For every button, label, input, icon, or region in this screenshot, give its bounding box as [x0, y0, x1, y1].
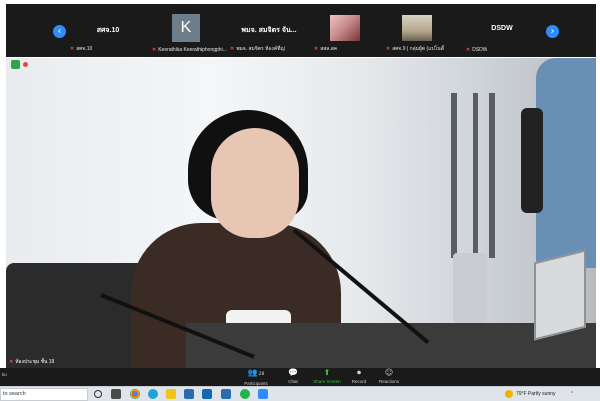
reactions-icon: ☺ — [384, 368, 394, 377]
muted-mic-icon: ✕ — [466, 47, 471, 53]
share-screen-button[interactable]: ⬆ Share Screen — [310, 368, 344, 386]
zoom-icon[interactable] — [258, 389, 268, 399]
search-placeholder: to search — [3, 391, 26, 397]
participant-name: พมจ. สมจิตร จัน... — [241, 27, 297, 34]
task-view-icon[interactable] — [111, 389, 121, 399]
water-bottle — [453, 253, 487, 323]
participant-tile[interactable]: K ✕ Keerathika Keerathiphongphi... — [150, 9, 227, 53]
participant-count: 28 — [258, 372, 265, 377]
recording-dot-icon — [23, 62, 28, 67]
participant-caption: ✕ สสล.สค — [314, 46, 338, 52]
zoom-window: ‹ สศจ.10 ✕ สศจ.10 K ✕ Keerathika Keerathip… — [0, 0, 600, 401]
line-icon[interactable] — [240, 389, 250, 399]
weather-text[interactable]: 79°F Partly sunny — [516, 389, 556, 399]
chat-label: Chat — [288, 379, 298, 384]
participant-tile[interactable]: ✕ สศจ.9 | กลุ่มผู้ต (แปโนตั้ — [384, 9, 462, 53]
weather-icon — [505, 390, 513, 398]
participant-tile[interactable]: DSDW ✕ DSDW — [464, 9, 540, 53]
participant-video — [402, 15, 432, 41]
chat-button[interactable]: 💬 Chat — [278, 368, 308, 386]
participant-strip: ‹ สศจ.10 ✕ สศจ.10 K ✕ Keerathika Keerathip… — [6, 4, 596, 57]
participants-button[interactable]: 👥28 Participants — [240, 368, 272, 386]
participant-caption: ✕ พมจ. สมจิตร ห้องค์ที่ญ่ — [230, 46, 285, 52]
next-page-button[interactable]: › — [546, 25, 559, 38]
record-icon: ⏺ — [357, 368, 361, 377]
laptop — [534, 249, 586, 341]
share-screen-label: Share Screen — [313, 379, 341, 384]
record-button[interactable]: ⏺ Record — [344, 368, 374, 386]
participant-caption: ✕ สศจ.10 — [70, 46, 93, 52]
muted-mic-icon: ✕ — [9, 359, 14, 365]
participant-caption: ✕ สศจ.9 | กลุ่มผู้ต (แปโนตั้ — [386, 46, 444, 52]
avatar: K — [172, 14, 200, 42]
mail-icon[interactable] — [202, 389, 212, 399]
wall-post — [489, 93, 495, 258]
participant-caption: ✕ DSDW — [466, 47, 488, 53]
control-left-label: ko — [2, 372, 7, 377]
chevron-right-icon: › — [550, 26, 555, 37]
chevron-left-icon: ‹ — [57, 26, 62, 37]
standing-person — [536, 58, 596, 268]
reactions-button[interactable]: ☺ Reactions — [374, 368, 404, 386]
participant-name: สศจ.10 — [96, 27, 120, 34]
meeting-controls: ko 👥28 Participants 💬 Chat ⬆ Share Scree… — [0, 368, 600, 386]
muted-mic-icon: ✕ — [152, 47, 157, 53]
taskbar-search[interactable]: to search — [0, 388, 88, 401]
chat-icon: 💬 — [288, 368, 298, 377]
active-speaker-video: ✕ ห้องประชุม ชั้น 19 — [6, 58, 596, 368]
store-icon[interactable] — [184, 389, 194, 399]
chrome-icon[interactable] — [130, 389, 140, 399]
tray-chevron-icon[interactable]: ⌃ — [570, 389, 574, 399]
windows-taskbar: to search 79°F Partly sunny ⌃ — [0, 386, 600, 401]
muted-mic-icon: ✕ — [386, 46, 391, 52]
reactions-label: Reactions — [378, 379, 399, 384]
share-screen-icon: ⬆ — [323, 368, 331, 377]
muted-mic-icon: ✕ — [70, 46, 75, 52]
wall-post — [473, 93, 478, 258]
participant-tile[interactable]: ✕ สสล.สค — [312, 9, 382, 53]
users-icon: 👥28 — [247, 368, 265, 377]
participant-caption: ✕ Keerathika Keerathiphongphi... — [152, 47, 227, 53]
muted-mic-icon: ✕ — [314, 46, 319, 52]
outlook-icon[interactable] — [221, 389, 231, 399]
muted-mic-icon: ✕ — [230, 46, 235, 52]
participant-video — [330, 15, 360, 41]
participant-name: DSDW — [491, 25, 513, 32]
participant-tile[interactable]: สศจ.10 ✕ สศจ.10 — [68, 9, 148, 53]
edge-icon[interactable] — [148, 389, 158, 399]
wall-post — [451, 93, 457, 258]
backpack — [521, 108, 543, 213]
cortana-icon[interactable] — [94, 390, 102, 398]
prev-page-button[interactable]: ‹ — [53, 25, 66, 38]
record-label: Record — [351, 379, 367, 384]
participant-tile[interactable]: พมจ. สมจิตร จัน... ✕ พมจ. สมจิตร ห้องค์ที… — [228, 9, 310, 53]
file-explorer-icon[interactable] — [166, 389, 176, 399]
speaker-face — [211, 128, 299, 238]
speaker-caption: ✕ ห้องประชุม ชั้น 19 — [9, 359, 55, 365]
security-icon[interactable] — [11, 60, 20, 69]
